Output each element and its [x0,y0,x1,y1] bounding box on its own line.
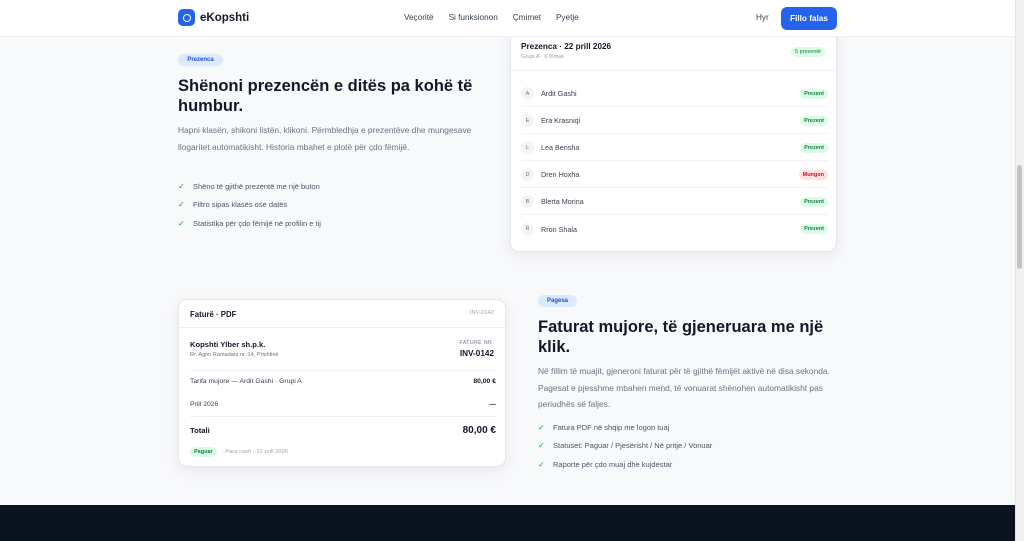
status-pill[interactable]: Prezent [800,196,828,207]
feature-item: ✓ Fatura PDF në shqip me logon tuaj [538,422,670,432]
child-name: Era Krasniqi [541,116,581,125]
check-icon: ✓ [178,218,185,228]
attendance-row[interactable]: B Blerta Morina Prezent [521,189,828,215]
invoice-line: Prill 2026 — [190,401,496,408]
invoice-number: INV-0142 [459,349,494,358]
invoice-features: ✓ Fatura PDF në shqip me logon tuaj ✓ Stat… [538,418,712,474]
attendance-row[interactable]: L Lea Berisha Prezent [521,135,828,161]
invoice-lead: Në fillim të muajit, gjeneroni faturat p… [538,366,830,409]
status-pill[interactable]: Prezent [800,142,828,153]
avatar: E [521,114,534,127]
feature-item: ✓ Filtro sipas klasës ose datës [178,200,288,210]
divider [179,327,505,328]
check-icon: ✓ [538,459,545,469]
feature-item: ✓ Statistika për çdo fëmijë në profilin e… [178,218,321,228]
brand-logo[interactable]: eKopshti [178,9,249,26]
nav-item-features[interactable]: Veçoritë [404,13,434,22]
avatar: B [521,195,534,208]
line-amount: 80,00 € [473,378,496,385]
status-pill[interactable]: Prezent [800,115,828,126]
divider [511,70,836,71]
login-link[interactable]: Hyr [756,13,769,22]
check-icon: ✓ [178,181,185,191]
child-name: Ardit Gashi [541,89,577,98]
payments-badge: Pagesa [538,295,577,307]
check-icon: ✓ [538,441,545,451]
avatar: R [521,222,534,236]
avatar: L [521,141,534,154]
total-amount: 80,00 € [462,425,496,436]
attendance-row[interactable]: E Era Krasniqi Prezent [521,108,828,134]
start-free-button[interactable]: Fillo falas [781,7,837,30]
attendance-lead: Hapni klasën, shikoni listën, klikoni. P… [178,125,472,152]
top-navbar: eKopshti Veçoritë Si funksionon Çmimet P… [0,0,1015,37]
child-name: Rron Shala [541,224,577,234]
company-name: Kopshti Ylber sh.p.k. [190,340,266,349]
attendance-features: ✓ Shëno të gjithë prezentë me një buton ✓… [178,177,321,233]
status-pill[interactable]: Mungon [798,169,828,180]
brand-name: eKopshti [200,11,250,24]
payment-note: · Para cash · 12 prill 2026 [221,449,289,455]
present-count-badge: 5 prezentë [791,47,825,57]
invoice-line: Tarifa mujore — Ardit Gashi · Grupi A 80… [190,378,496,385]
line-label: Prill 2026 [190,401,219,408]
line-label: Tarifa mujore — Ardit Gashi · Grupi A [190,378,302,385]
nav-item-how-it-works[interactable]: Si funksionon [449,13,498,22]
feature-item: ✓ Shëno të gjithë prezentë me një buton [178,181,320,191]
attendance-row[interactable]: R Rron Shala Prezent [521,216,828,242]
invoice-number-small: INV-0142 [469,310,494,316]
child-name: Lea Berisha [541,143,580,152]
invoice-number-label: FATURË NR. [459,340,494,346]
attendance-card: Prezenca · 22 prill 2026 Grupi A · 6 fëm… [510,28,837,252]
company-address: Rr. Agim Ramadani nr. 14, Prishtinë [190,352,279,358]
paid-status-pill: Paguar [190,447,217,457]
invoice-heading: Faturat mujore, të gjeneruara me një kli… [538,318,824,356]
attendance-card-subtitle: Grupi A · 6 fëmijë [521,54,564,60]
logo-icon [178,9,195,26]
status-pill[interactable]: Prezent [800,224,828,234]
status-pill[interactable]: Prezent [800,88,828,99]
feature-item: ✓ Statuset: Paguar / Pjesërisht / Në prit… [538,441,713,451]
check-icon: ✓ [178,200,185,210]
invoice-footer: Paguar · Para cash · 12 prill 2026 [190,447,288,457]
attendance-heading: Shënoni prezencën e ditës pa kohë të hum… [178,77,473,115]
divider [190,370,496,371]
line-amount: — [489,401,496,408]
divider [190,416,496,417]
attendance-row[interactable]: A Ardit Gashi Prezent [521,81,828,107]
attendance-row[interactable]: D Dren Hoxha Mungon [521,162,828,188]
scrollbar-thumb[interactable] [1017,165,1022,269]
child-name: Blerta Morina [541,197,584,206]
feature-item: ✓ Raporte për çdo muaj dhe kujdestar [538,459,673,469]
invoice-total: Totali 80,00 € [190,425,496,436]
nav-item-pricing[interactable]: Çmimet [513,13,541,22]
nav-item-faq[interactable]: Pyetje [556,13,579,22]
invoice-card-title: Faturë · PDF [190,310,237,319]
avatar: A [521,87,534,100]
check-icon: ✓ [538,422,545,432]
invoice-card: Faturë · PDF INV-0142 Kopshti Ylber sh.p… [178,299,506,467]
dark-footer-section [0,505,1015,541]
attendance-badge: Prezenca [178,54,223,66]
main-nav: Veçoritë Si funksionon Çmimet Pyetje [404,13,579,22]
avatar: D [521,168,534,181]
total-label: Totali [190,426,210,435]
scrollbar-track[interactable] [1015,0,1024,541]
child-name: Dren Hoxha [541,170,580,179]
attendance-card-title: Prezenca · 22 prill 2026 [521,42,612,51]
attendance-card-header: Prezenca · 22 prill 2026 Grupi A · 6 fëm… [521,42,611,60]
